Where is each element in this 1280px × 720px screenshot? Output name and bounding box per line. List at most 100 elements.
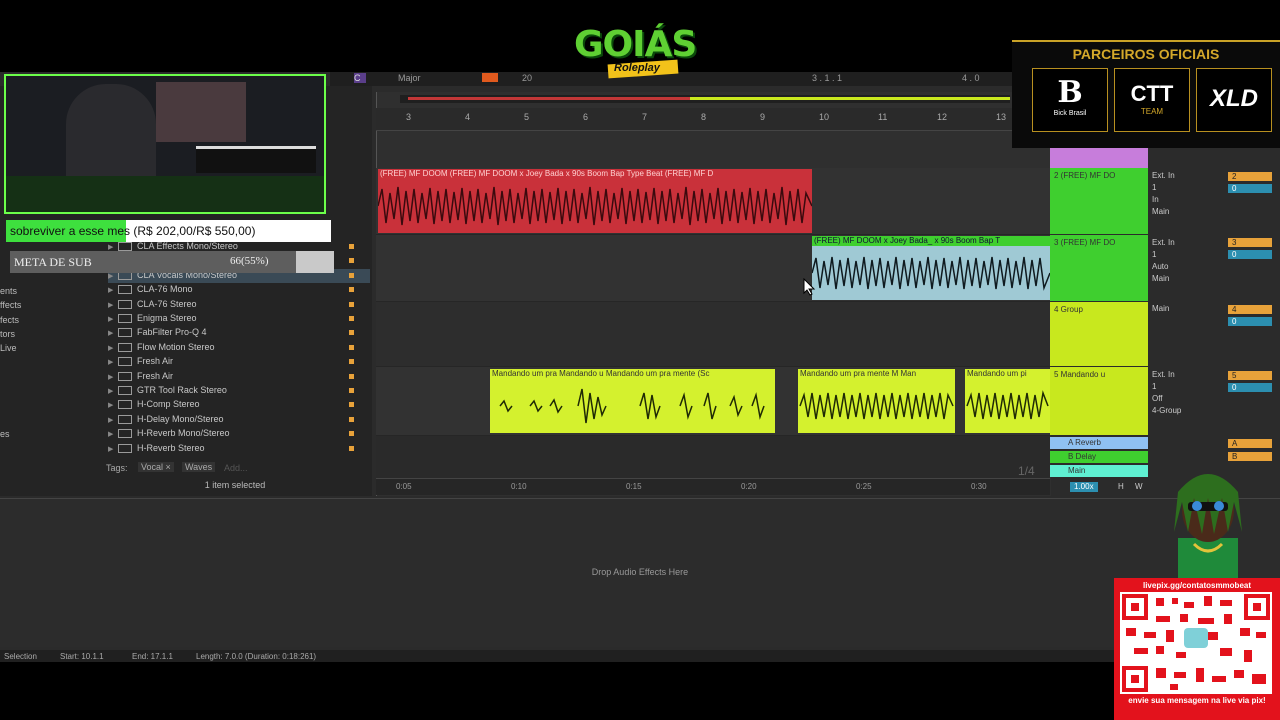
- mixer-strip-3[interactable]: 30: [1228, 238, 1272, 262]
- browser-item[interactable]: ▶ H-Comp Stereo: [108, 398, 370, 412]
- input-channel[interactable]: 1: [1152, 249, 1222, 261]
- audio-clip-green[interactable]: Mandando um pra Mandando u Mandando um p…: [490, 369, 775, 433]
- favorite-dot-icon[interactable]: [349, 330, 354, 336]
- expand-arrow-icon[interactable]: ▶: [108, 286, 113, 294]
- audio-clip-green[interactable]: Mandando um pi: [965, 369, 1050, 433]
- beat-ruler[interactable]: 3 4 5 6 7 8 9 10 11 12 13: [376, 108, 1050, 131]
- track-io-3[interactable]: Ext. In 1 Auto Main: [1152, 237, 1222, 285]
- loop-length-display[interactable]: 4 . 0: [962, 73, 980, 83]
- favorite-dot-icon[interactable]: [349, 416, 354, 422]
- browser-item[interactable]: ▶ FabFilter Pro-Q 4: [108, 326, 370, 340]
- return-track-b[interactable]: B Delay: [1050, 451, 1148, 463]
- expand-arrow-icon[interactable]: ▶: [108, 373, 113, 381]
- scale-value[interactable]: Major: [398, 73, 421, 83]
- volume-value[interactable]: 0: [1228, 250, 1272, 259]
- monitor-off[interactable]: Off: [1152, 393, 1222, 405]
- mixer-strip-2[interactable]: 20: [1228, 172, 1272, 196]
- track-lane-4[interactable]: [376, 302, 1050, 367]
- input-type[interactable]: Ext. In: [1152, 170, 1222, 182]
- track-number[interactable]: 5: [1228, 371, 1272, 380]
- tag-waves[interactable]: Waves: [182, 462, 216, 472]
- track-io-2[interactable]: Ext. In 1 In Main: [1152, 170, 1222, 218]
- audio-clip-red[interactable]: (FREE) MF DOOM (FREE) MF DOOM x Joey Bad…: [378, 169, 812, 233]
- expand-arrow-icon[interactable]: ▶: [108, 301, 113, 309]
- track-header-1[interactable]: [1050, 146, 1148, 168]
- favorite-dot-icon[interactable]: [349, 359, 354, 365]
- track-number[interactable]: 3: [1228, 238, 1272, 247]
- browser-item[interactable]: ▶ GTR Tool Rack Stereo: [108, 384, 370, 398]
- grid-quantize[interactable]: 1/4: [1018, 464, 1035, 478]
- audio-clip-blue[interactable]: (FREE) MF DOOM x Joey Bada_ x 90s Boom B…: [812, 236, 1050, 300]
- output-main[interactable]: Main: [1152, 206, 1222, 218]
- mixer-strip-5[interactable]: 50: [1228, 371, 1272, 395]
- browser-category[interactable]: ents: [0, 286, 17, 296]
- expand-arrow-icon[interactable]: ▶: [108, 358, 113, 366]
- favorite-dot-icon[interactable]: [349, 373, 354, 379]
- track-header-3[interactable]: 3 (FREE) MF DO: [1050, 235, 1148, 301]
- mixer-strip-4[interactable]: 40: [1228, 305, 1272, 329]
- expand-arrow-icon[interactable]: ▶: [108, 329, 113, 337]
- track-header-2[interactable]: 2 (FREE) MF DO: [1050, 168, 1148, 234]
- browser-category[interactable]: ffects: [0, 300, 21, 310]
- track-header-4[interactable]: 4 Group: [1050, 302, 1148, 366]
- w-button[interactable]: W: [1135, 482, 1143, 491]
- favorite-dot-icon[interactable]: [349, 244, 354, 249]
- expand-arrow-icon[interactable]: ▶: [108, 315, 113, 323]
- expand-arrow-icon[interactable]: ▶: [108, 243, 113, 251]
- h-button[interactable]: H: [1118, 482, 1124, 491]
- volume-value[interactable]: 0: [1228, 317, 1272, 326]
- time-ruler[interactable]: 0:05 0:10 0:15 0:20 0:25 0:30: [376, 478, 1050, 495]
- zoom-value[interactable]: 1.00x: [1070, 482, 1098, 492]
- browser-item[interactable]: ▶ H-Reverb Stereo: [108, 442, 370, 456]
- browser-category[interactable]: es: [0, 429, 10, 439]
- expand-arrow-icon[interactable]: ▶: [108, 430, 113, 438]
- input-channel[interactable]: 1: [1152, 381, 1222, 393]
- browser-item[interactable]: ▶ H-Reverb Mono/Stereo: [108, 427, 370, 441]
- track-number[interactable]: 2: [1228, 172, 1272, 181]
- main-track[interactable]: Main: [1050, 465, 1148, 477]
- browser-item[interactable]: ▶ CLA-76 Stereo: [108, 298, 370, 312]
- browser-item[interactable]: ▶ Fresh Air: [108, 370, 370, 384]
- volume-value[interactable]: 0: [1228, 383, 1272, 392]
- expand-arrow-icon[interactable]: ▶: [108, 445, 113, 453]
- expand-arrow-icon[interactable]: ▶: [108, 387, 113, 395]
- browser-item[interactable]: ▶ Enigma Stereo: [108, 312, 370, 326]
- favorite-dot-icon[interactable]: [349, 287, 354, 293]
- tag-add[interactable]: Add...: [224, 463, 248, 473]
- browser-item[interactable]: ▶ H-Delay Mono/Stereo: [108, 413, 370, 427]
- input-channel[interactable]: 1: [1152, 182, 1222, 194]
- record-button[interactable]: [482, 73, 498, 82]
- volume-value[interactable]: 0: [1228, 184, 1272, 193]
- browser-item[interactable]: ▶ Flow Motion Stereo: [108, 341, 370, 355]
- input-type[interactable]: Ext. In: [1152, 237, 1222, 249]
- expand-arrow-icon[interactable]: ▶: [108, 344, 113, 352]
- return-letter[interactable]: A: [1228, 439, 1272, 448]
- track-header-5[interactable]: 5 Mandando u: [1050, 367, 1148, 435]
- monitor-auto[interactable]: Auto: [1152, 261, 1222, 273]
- favorite-dot-icon[interactable]: [349, 402, 354, 408]
- favorite-dot-icon[interactable]: [349, 388, 354, 393]
- bar-value[interactable]: 20: [522, 73, 532, 83]
- track-io-5[interactable]: Ext. In 1 Off 4-Group: [1152, 369, 1222, 417]
- browser-item[interactable]: ▶ CLA-76 Mono: [108, 283, 370, 297]
- key-value[interactable]: C: [354, 73, 361, 83]
- favorite-dot-icon[interactable]: [349, 344, 354, 350]
- mixer-return-a[interactable]: A: [1228, 439, 1272, 451]
- output-main[interactable]: Main: [1152, 273, 1222, 285]
- tag-vocal[interactable]: Vocal ×: [138, 462, 174, 472]
- favorite-dot-icon[interactable]: [349, 431, 354, 437]
- browser-category[interactable]: Live: [0, 343, 17, 353]
- browser-item[interactable]: ▶ Fresh Air: [108, 355, 370, 369]
- expand-arrow-icon[interactable]: ▶: [108, 416, 113, 424]
- favorite-dot-icon[interactable]: [349, 301, 354, 307]
- favorite-dot-icon[interactable]: [349, 445, 354, 451]
- position-display[interactable]: 3 . 1 . 1: [812, 73, 842, 83]
- return-letter[interactable]: B: [1228, 452, 1272, 461]
- favorite-dot-icon[interactable]: [349, 258, 354, 264]
- favorite-dot-icon[interactable]: [349, 272, 354, 278]
- expand-arrow-icon[interactable]: ▶: [108, 401, 113, 409]
- audio-clip-green[interactable]: Mandando um pra mente M Man: [798, 369, 955, 433]
- favorite-dot-icon[interactable]: [349, 316, 354, 321]
- device-view[interactable]: Drop Audio Effects Here: [0, 498, 1280, 647]
- input-type[interactable]: Ext. In: [1152, 369, 1222, 381]
